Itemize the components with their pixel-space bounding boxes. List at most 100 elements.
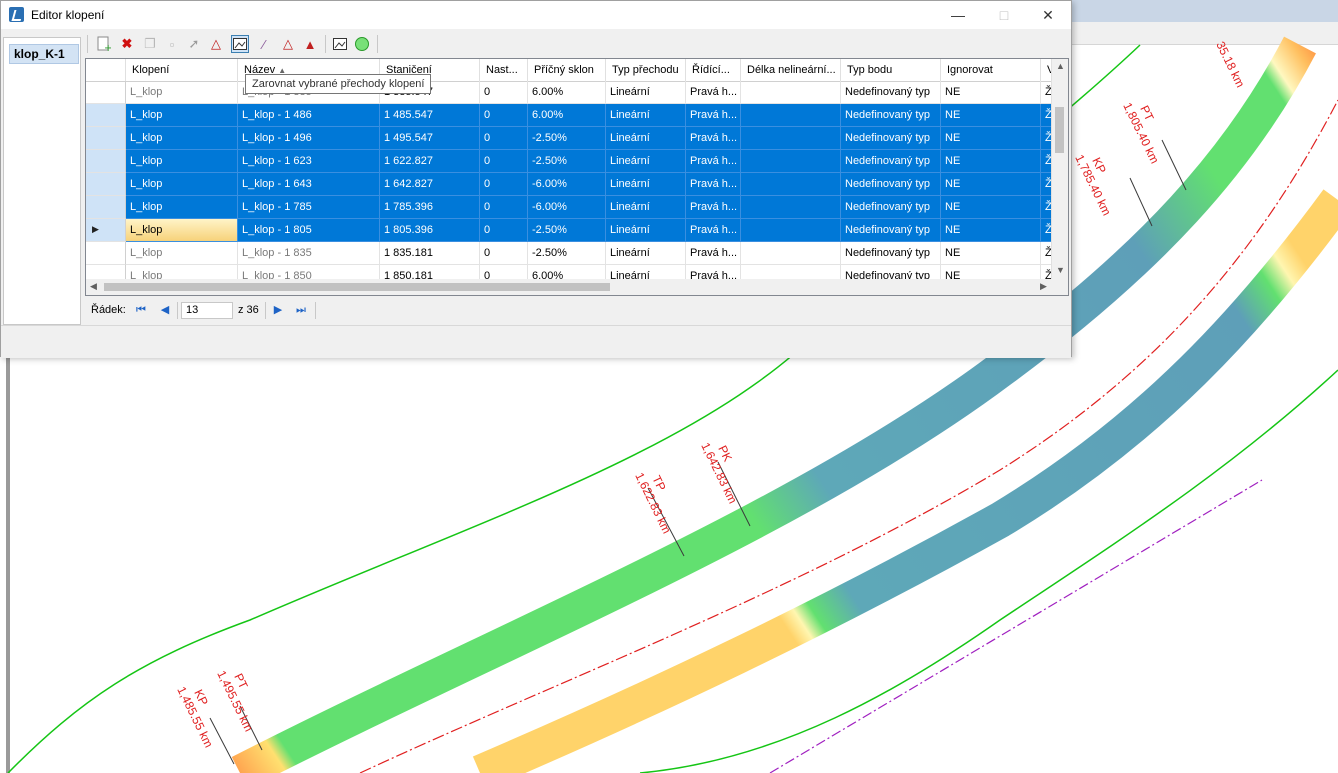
grid-cell-ignorovat[interactable]: NE: [941, 242, 1041, 265]
grid-cell-typbodu[interactable]: Nedefinovaný typ: [841, 219, 941, 242]
column-header-klopeni[interactable]: Klopení: [126, 59, 238, 81]
grid-cell-typ[interactable]: Lineární: [606, 127, 686, 150]
table-row[interactable]: L_klop L_klop - 1 486 1 485.547 0 6.00% Lineá…: [86, 104, 1068, 127]
grid-cell-delka[interactable]: [741, 127, 841, 150]
row-header[interactable]: ▶: [86, 219, 126, 242]
grid-cell-sklon[interactable]: 6.00%: [528, 104, 606, 127]
vertical-scrollbar[interactable]: ▲ ▼: [1051, 59, 1068, 279]
grid-cell-typbodu[interactable]: Nedefinovaný typ: [841, 173, 941, 196]
grid-cell-ridici[interactable]: Pravá h...: [686, 104, 741, 127]
grid-cell-delka[interactable]: [741, 150, 841, 173]
grid-cell-ridici[interactable]: Pravá h...: [686, 150, 741, 173]
pick-icon[interactable]: ➚: [185, 35, 203, 53]
grid-cell-klopeni[interactable]: L_klop: [126, 219, 238, 242]
grid-cell-sklon[interactable]: -2.50%: [528, 150, 606, 173]
scroll-up-icon[interactable]: ▲: [1056, 61, 1065, 71]
grid-cell-nast[interactable]: 0: [480, 242, 528, 265]
grid-cell-ignorovat[interactable]: NE: [941, 127, 1041, 150]
maximize-button[interactable]: □: [981, 1, 1027, 29]
remove-icon[interactable]: ▲: [301, 35, 319, 53]
grid-cell-ignorovat[interactable]: NE: [941, 173, 1041, 196]
grid-cell-staniceni[interactable]: 1 805.396: [380, 219, 480, 242]
horizontal-scroll-thumb[interactable]: [104, 283, 610, 291]
grid-cell-delka[interactable]: [741, 81, 841, 104]
grid-cell-klopeni[interactable]: L_klop: [126, 196, 238, 219]
grid-cell-typbodu[interactable]: Nedefinovaný typ: [841, 196, 941, 219]
row-header[interactable]: [86, 150, 126, 173]
grid-cell-sklon[interactable]: -6.00%: [528, 173, 606, 196]
grid-cell-nast[interactable]: 0: [480, 127, 528, 150]
grid-cell-typ[interactable]: Lineární: [606, 196, 686, 219]
grid-cell-klopeni[interactable]: L_klop: [126, 104, 238, 127]
grid-cell-typ[interactable]: Lineární: [606, 104, 686, 127]
minimize-button[interactable]: —: [935, 1, 981, 29]
grid-cell-staniceni[interactable]: 1 835.181: [380, 242, 480, 265]
grid-cell-ignorovat[interactable]: NE: [941, 81, 1041, 104]
row-header[interactable]: [86, 173, 126, 196]
grid-cell-typbodu[interactable]: Nedefinovaný typ: [841, 104, 941, 127]
paste-icon[interactable]: ▫: [163, 35, 181, 53]
grid-cell-sklon[interactable]: -2.50%: [528, 219, 606, 242]
grid-cell-ridici[interactable]: Pravá h...: [686, 173, 741, 196]
grid-cell-nazev[interactable]: L_klop - 1 496: [238, 127, 380, 150]
grid-cell-klopeni[interactable]: L_klop: [126, 81, 238, 104]
vertical-scroll-thumb[interactable]: [1055, 107, 1064, 153]
grid-cell-ridici[interactable]: Pravá h...: [686, 196, 741, 219]
grid-cell-ignorovat[interactable]: NE: [941, 196, 1041, 219]
grid-cell-staniceni[interactable]: 1 785.396: [380, 196, 480, 219]
grid-cell-nast[interactable]: 0: [480, 81, 528, 104]
edit-icon[interactable]: △: [279, 35, 297, 53]
sidebar-item-klop[interactable]: klop_K-1: [9, 44, 79, 64]
horizontal-scrollbar[interactable]: ◀ ▶: [86, 279, 1068, 295]
grid-cell-nazev[interactable]: L_klop - 1 835: [238, 242, 380, 265]
grid-cell-klopeni[interactable]: L_klop: [126, 173, 238, 196]
align-transitions-icon[interactable]: [231, 35, 249, 53]
grid-cell-nazev[interactable]: L_klop - 1 643: [238, 173, 380, 196]
grid-cell-typ[interactable]: Lineární: [606, 173, 686, 196]
grid-cell-delka[interactable]: [741, 104, 841, 127]
row-header[interactable]: [86, 104, 126, 127]
grid-cell-ignorovat[interactable]: NE: [941, 104, 1041, 127]
grid-cell-nazev[interactable]: L_klop - 1 805: [238, 219, 380, 242]
grid-cell-typ[interactable]: Lineární: [606, 242, 686, 265]
grid-cell-klopeni[interactable]: L_klop: [126, 150, 238, 173]
grid-cell-typbodu[interactable]: Nedefinovaný typ: [841, 150, 941, 173]
column-header-ignorovat[interactable]: Ignorovat: [941, 59, 1041, 81]
grid-cell-nast[interactable]: 0: [480, 104, 528, 127]
delete-icon[interactable]: ✖: [118, 35, 136, 53]
column-header-typ-prechodu[interactable]: Typ přechodu: [606, 59, 686, 81]
column-header-nast[interactable]: Nast...: [480, 59, 528, 81]
table-row[interactable]: L_klopL_klop - 1 3851 385.54706.00%Lineá…: [86, 81, 1068, 104]
table-row[interactable]: L_klop L_klop - 1 785 1 785.396 0 -6.00% Line…: [86, 196, 1068, 219]
grid-cell-typ[interactable]: Lineární: [606, 219, 686, 242]
image-icon[interactable]: [331, 35, 349, 53]
grid-cell-nazev[interactable]: L_klop - 1 623: [238, 150, 380, 173]
grid-cell-nast[interactable]: 0: [480, 196, 528, 219]
grid-cell-nazev[interactable]: L_klop - 1 785: [238, 196, 380, 219]
grid-cell-typbodu[interactable]: Nedefinovaný typ: [841, 127, 941, 150]
new-icon[interactable]: +: [95, 35, 113, 53]
next-record-icon[interactable]: ▶: [270, 302, 286, 318]
column-header-delka[interactable]: Délka nelineární...: [741, 59, 841, 81]
copy-icon[interactable]: ❐: [141, 35, 159, 53]
row-header[interactable]: [86, 127, 126, 150]
grid-cell-delka[interactable]: [741, 242, 841, 265]
table-row[interactable]: ▶ L_klop L_klop - 1 805 1 805.396 0 -2.50% Lin…: [86, 219, 1068, 242]
table-row[interactable]: L_klop L_klop - 1 835 1 835.181 0 -2.50% Line…: [86, 242, 1068, 265]
grid-cell-nast[interactable]: 0: [480, 150, 528, 173]
column-header-sklon[interactable]: Příčný sklon: [528, 59, 606, 81]
measure-icon[interactable]: ∕: [255, 35, 273, 53]
grid-cell-nast[interactable]: 0: [480, 173, 528, 196]
table-row[interactable]: L_klop L_klop - 1 623 1 622.827 0 -2.50% Line…: [86, 150, 1068, 173]
column-header-typ-bodu[interactable]: Typ bodu: [841, 59, 941, 81]
scroll-left-icon[interactable]: ◀: [90, 281, 97, 292]
grid-cell-typ[interactable]: Lineární: [606, 81, 686, 104]
close-button[interactable]: ✕: [1025, 1, 1071, 29]
previous-record-icon[interactable]: ◀: [157, 302, 173, 318]
grid-cell-sklon[interactable]: -2.50%: [528, 242, 606, 265]
grid-cell-staniceni[interactable]: 1 495.547: [380, 127, 480, 150]
last-record-icon[interactable]: ⏭: [293, 302, 309, 318]
grid-cell-ridici[interactable]: Pravá h...: [686, 219, 741, 242]
grid-cell-klopeni[interactable]: L_klop: [126, 127, 238, 150]
grid-cell-klopeni[interactable]: L_klop: [126, 242, 238, 265]
